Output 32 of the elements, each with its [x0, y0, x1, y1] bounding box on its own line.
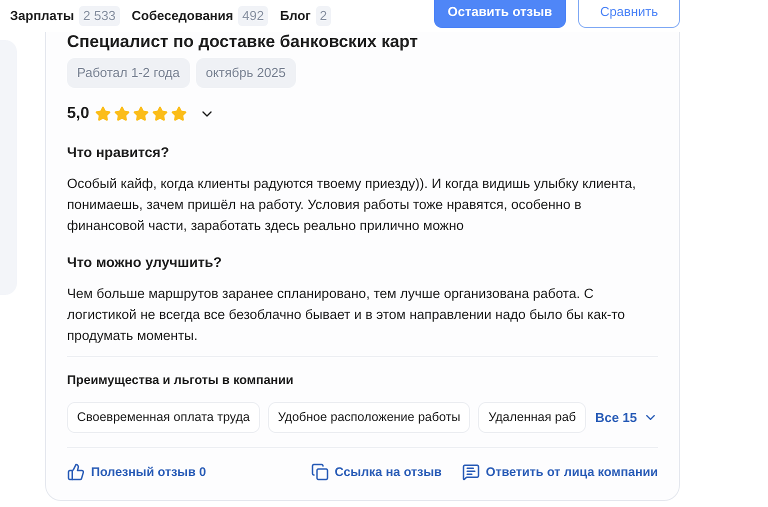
rating-value: 5,0	[67, 104, 90, 124]
star-icon	[152, 106, 168, 122]
tag: октябрь 2025	[196, 58, 296, 88]
section-title: Что можно улучшить?	[67, 252, 223, 272]
copy-icon	[310, 463, 329, 482]
benefit-chip: Удобное расположение работы	[268, 402, 470, 433]
nav-link[interactable]: Зарплаты	[10, 6, 74, 26]
star-icon	[171, 106, 188, 122]
action-link[interactable]: Ответить от лица компании	[462, 463, 658, 482]
action-link[interactable]: Полезный отзыв 0	[67, 463, 206, 482]
position-title: Специалист по доставке банковских карт	[67, 32, 419, 52]
count-badge: 492	[238, 6, 268, 26]
benefit-chip: Своевременная оплата труда	[67, 402, 260, 433]
section-text: Особый кайф, когда клиенты радуются твоему приезду)). И когда видишь улыбку клиента, понимаешь, зачем пришёл на работу. Условия работы тоже нравятся, особенно в финансовой части, заработать здесь реально прилично можно	[67, 174, 637, 235]
star-icon	[133, 106, 150, 122]
count-badge: 2 533	[79, 6, 120, 26]
count-badge: 2	[316, 6, 331, 26]
star-icon	[95, 106, 112, 122]
thumbs-up-icon	[67, 463, 85, 482]
nav-link[interactable]: Блог	[280, 6, 311, 26]
star-icon	[114, 106, 130, 122]
benefits-title: Преимущества и льготы в компании	[67, 372, 294, 389]
nav-link[interactable]: Собеседования	[132, 6, 234, 26]
show-all-button[interactable]: Все 15	[595, 408, 658, 428]
tag: Работал 1-2 года	[67, 58, 190, 88]
section-title: Что нравится?	[67, 142, 170, 162]
compare-button[interactable]: Сравнить	[578, 0, 680, 28]
leave-review-button[interactable]: Оставить отзыв	[434, 0, 566, 28]
speech-bubble-icon	[462, 463, 480, 482]
benefit-chip: Удаленная раб	[478, 402, 586, 433]
action-link[interactable]: Ссылка на отзыв	[310, 463, 442, 482]
section-text: Чем больше маршрутов заранее спланировано, тем лучше организована работа. С логистикой не всегда все безоблачно бывает и в этом направлении надо было бы как-то продумать моменты.	[67, 284, 626, 345]
